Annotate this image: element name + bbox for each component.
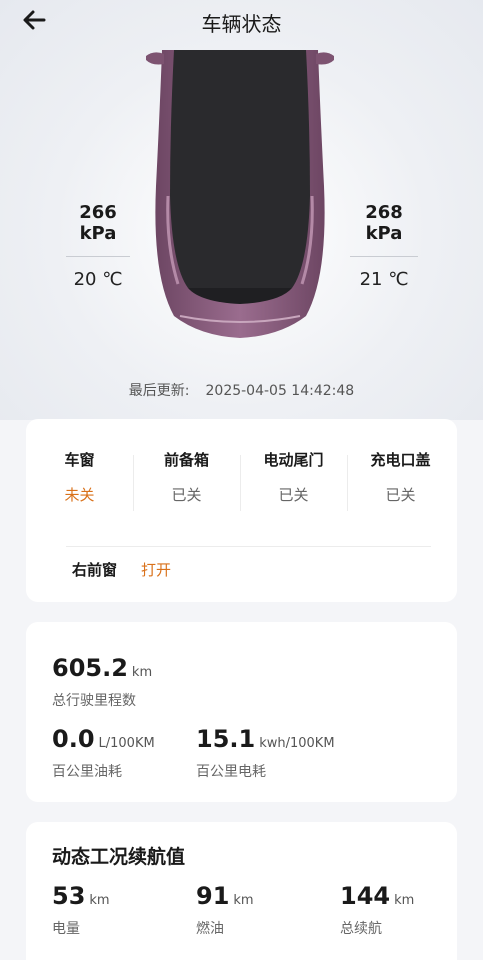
car-top-view-image (140, 46, 340, 346)
status-card: 车窗 未关 前备箱 已关 电动尾门 已关 充电口盖 已关 右前窗 打开 (26, 419, 457, 602)
tire-right-pressure: 268 kPa (365, 202, 403, 244)
fuel-consumption-unit: L/100KM (98, 736, 155, 751)
status-item-label: 车窗 (64, 451, 95, 469)
tire-right-temperature: 21 ℃ (359, 269, 409, 290)
status-item-value: 已关 (385, 486, 416, 504)
electric-consumption-label: 百公里电耗 (196, 764, 266, 780)
fuel-range-label: 燃油 (196, 921, 224, 937)
fuel-consumption-label: 百公里油耗 (52, 764, 122, 780)
open-window-value: 打开 (141, 561, 172, 579)
mileage-card: 605.2 km 总行驶里程数 0.0 L/100KM 百公里油耗 15.1 kwh/… (26, 622, 457, 802)
page-title: 车辆状态 (201, 12, 282, 36)
last-update: 最后更新: 2025-04-05 14:42:48 (0, 380, 483, 400)
status-item-frunk: 前备箱 已关 (133, 449, 240, 505)
battery-range-stat: 53 km 电量 (52, 882, 110, 938)
total-mileage-stat: 605.2 km 总行驶里程数 (52, 654, 152, 710)
status-item-label: 前备箱 (163, 451, 209, 469)
tire-left: 266 kPa 20 ℃ (66, 202, 130, 290)
status-item-value: 已关 (171, 486, 202, 504)
last-update-timestamp: 2025-04-05 14:42:48 (205, 383, 355, 399)
status-item-tailgate: 电动尾门 已关 (240, 449, 347, 505)
battery-range-unit: km (89, 893, 110, 908)
range-card: 动态工况续航值 53 km 电量 91 km 燃油 144 km 总续航 (26, 822, 457, 960)
electric-consumption-stat: 15.1 kwh/100KM 百公里电耗 (196, 725, 335, 781)
fuel-range-value: 91 (196, 882, 230, 910)
status-item-charge-port: 充电口盖 已关 (347, 449, 454, 505)
total-range-label: 总续航 (340, 921, 382, 937)
top-bar: 车辆状态 (0, 0, 483, 42)
divider (350, 256, 418, 257)
total-mileage-value: 605.2 (52, 654, 128, 682)
total-mileage-unit: km (131, 665, 153, 680)
status-item-label: 充电口盖 (370, 451, 431, 469)
status-item-value: 已关 (278, 486, 309, 504)
fuel-consumption-stat: 0.0 L/100KM 百公里油耗 (52, 725, 155, 781)
battery-range-label: 电量 (52, 921, 80, 937)
tire-right: 268 kPa 21 ℃ (350, 202, 418, 290)
electric-consumption-unit: kwh/100KM (259, 736, 335, 751)
fuel-consumption-value: 0.0 (52, 725, 95, 753)
status-item-window: 车窗 未关 (26, 449, 133, 505)
status-item-label: 电动尾门 (263, 451, 324, 469)
battery-range-value: 53 (52, 882, 86, 910)
last-update-label: 最后更新: (128, 383, 190, 399)
total-mileage-label: 总行驶里程数 (52, 693, 136, 709)
range-title: 动态工况续航值 (52, 846, 186, 868)
status-item-value: 未关 (64, 486, 95, 504)
open-window-row: 右前窗 打开 (72, 559, 171, 580)
electric-consumption-value: 15.1 (196, 725, 256, 753)
fuel-range-unit: km (233, 893, 254, 908)
divider (66, 256, 130, 257)
status-divider (66, 546, 431, 547)
tire-left-pressure: 266 kPa (79, 202, 117, 244)
total-range-unit: km (394, 893, 415, 908)
tire-left-temperature: 20 ℃ (73, 269, 123, 290)
fuel-range-stat: 91 km 燃油 (196, 882, 254, 938)
total-range-value: 144 (340, 882, 391, 910)
open-window-label: 右前窗 (72, 561, 118, 579)
total-range-stat: 144 km 总续航 (340, 882, 414, 938)
